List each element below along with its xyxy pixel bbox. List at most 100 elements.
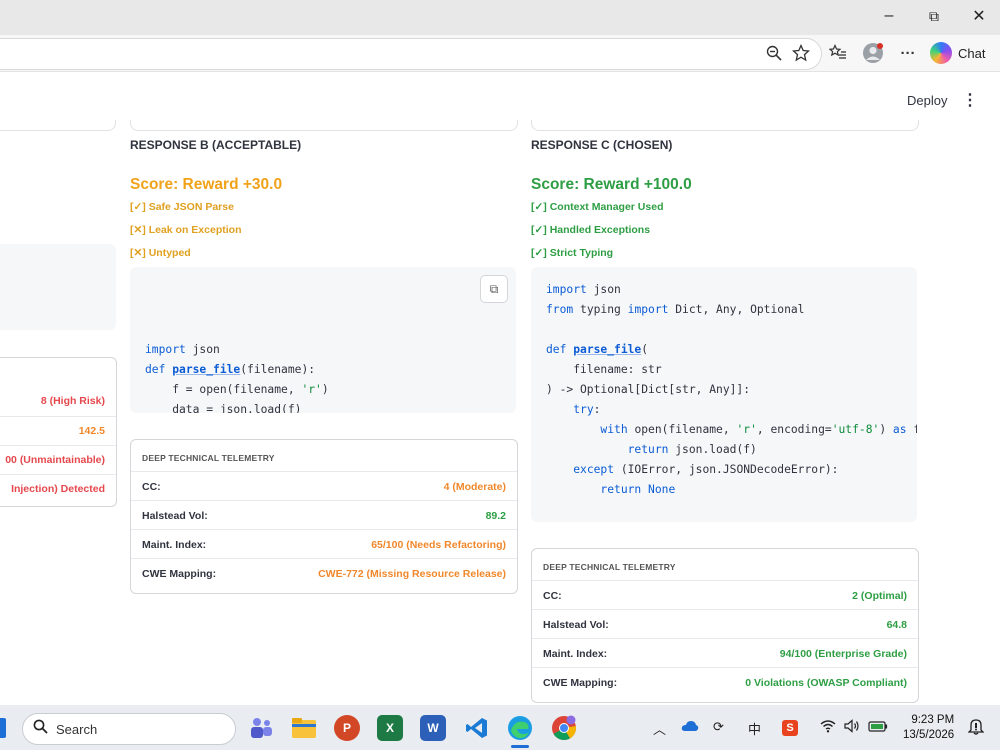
telemetry-key: CC: [142,481,161,493]
chrome-icon[interactable] [551,715,577,741]
code-token: except [573,463,615,476]
response-b-code-block: ⧉ import json def parse_file(filename): f… [130,267,516,413]
code-token: Dict, Any, Optional [668,303,805,316]
code-token: try [573,403,594,416]
vscode-icon[interactable] [464,715,490,741]
word-icon[interactable]: W [420,715,446,741]
main-menu-icon[interactable]: ⋮ [962,90,978,110]
left-telemetry-value-cc: 8 (High Risk) [40,395,105,407]
code-line: filename: str [546,360,917,380]
sync-icon[interactable]: ⟳ [713,719,724,735]
copy-icon[interactable]: ⧉ [480,275,508,303]
notification-bell-icon[interactable] [967,717,985,738]
start-button-edge[interactable] [0,718,6,738]
telemetry-header: DEEP TECHNICAL TELEMETRY [543,562,676,572]
code-token: (IOError, json.JSONDecodeError): [614,463,839,476]
search-label: Search [56,721,98,737]
code-token: f [913,423,917,436]
app-main: Deploy ⋮ 8 (High Risk) 142.5 00 (Unmaint… [0,72,1000,705]
response-c-check-typing: [✓] Strict Typing [531,247,614,259]
volume-icon[interactable] [844,719,860,736]
chat-label: Chat [958,45,986,61]
code-token: import [145,343,186,356]
zoom-icon[interactable] [762,41,786,65]
powerpoint-icon[interactable]: P [334,715,360,741]
response-c-score: Score: Reward +100.0 [531,176,692,193]
show-hidden-icons-icon[interactable]: ︿ [653,719,666,738]
favorites-list-icon[interactable] [826,41,850,65]
taskbar-clock[interactable]: 9:23 PM 13/5/2026 [903,713,954,743]
code-token: filename: str [546,363,662,376]
left-telemetry-value-maint: 00 (Unmaintainable) [5,454,105,466]
code-line: f = open(filename, 'r') [145,380,516,400]
address-bar[interactable] [0,38,822,70]
response-c-check-exceptions: [✓] Handled Exceptions [531,224,651,236]
favorite-star-icon[interactable] [789,41,813,65]
code-token: return [627,443,669,456]
code-line: try: [546,400,917,420]
sogou-icon[interactable]: S [782,720,798,736]
telemetry-row: CC: 4 (Moderate) [131,471,517,501]
close-button[interactable]: ✕ [956,0,1000,32]
code-token: json [185,343,220,356]
code-token: parse_file [172,363,241,376]
telemetry-key: Maint. Index: [142,539,207,551]
code-token: open(filename, [627,423,737,436]
profile-avatar-icon[interactable] [861,41,885,65]
code-token: , encoding= [756,423,832,436]
taskbar-search[interactable]: Search [22,713,236,745]
response-b-check-untyped: [✕] Untyped [130,247,191,259]
left-telemetry-value-cwe: Injection) Detected [11,483,105,495]
wifi-icon[interactable] [820,719,836,736]
telemetry-row: Maint. Index: 94/100 (Enterprise Grade) [532,638,918,668]
code-line: return None [546,480,917,500]
code-token: data = json.load(f) [145,403,302,413]
edge-icon[interactable] [507,715,533,741]
code-token: 'utf-8' [831,423,880,436]
code-token: 'r' [301,383,322,396]
excel-icon[interactable]: X [377,715,403,741]
code-line: import json [546,280,917,300]
restore-button[interactable]: ⧉ [911,0,957,32]
minimize-button[interactable]: – [866,0,912,32]
code-token: ) -> Optional[Dict[str, Any]]: [546,383,751,396]
more-menu-icon[interactable]: ··· [896,41,920,65]
telemetry-value: 89.2 [485,510,506,522]
code-token: json [586,283,621,296]
telemetry-key: CWE Mapping: [142,568,217,580]
response-b-title: RESPONSE B (ACCEPTABLE) [130,138,302,152]
code-token: from [546,303,574,316]
onedrive-icon[interactable] [681,719,699,736]
deploy-button[interactable]: Deploy [907,93,947,108]
code-token: def [546,343,567,356]
telemetry-value: 94/100 (Enterprise Grade) [779,648,907,660]
telemetry-key: Maint. Index: [543,648,608,660]
telemetry-row: CWE Mapping: 0 Violations (OWASP Complian… [532,667,918,697]
telemetry-key: Halstead Vol: [543,619,609,631]
code-token: typing [573,303,628,316]
response-b-check-leak: [✕] Leak on Exception [130,224,242,236]
telemetry-value: CWE-772 (Missing Resource Release) [318,568,506,580]
copilot-chat-button[interactable]: Chat [930,41,985,65]
teams-icon[interactable] [248,715,274,741]
telemetry-value: 4 (Moderate) [443,481,506,493]
code-line: def parse_file(filename): [145,360,516,380]
windows-taskbar: Search P X W ︿ ⟳ 中 S 9:23 PM 13/5/2026 [0,705,1000,750]
code-token: ) [321,383,329,396]
code-token: def [145,363,166,376]
code-token: f = open(filename, [145,383,302,396]
ime-indicator[interactable]: 中 [748,719,761,738]
battery-icon[interactable] [868,719,888,736]
code-token: json.load(f) [668,443,757,456]
telemetry-key: CC: [543,590,562,602]
response-c-code-block: import json from typing import Dict, Any,… [531,267,917,522]
telemetry-header: DEEP TECHNICAL TELEMETRY [142,453,275,463]
copilot-icon [930,42,952,64]
code-line: from typing import Dict, Any, Optional [546,300,917,320]
file-explorer-icon[interactable] [291,715,317,741]
